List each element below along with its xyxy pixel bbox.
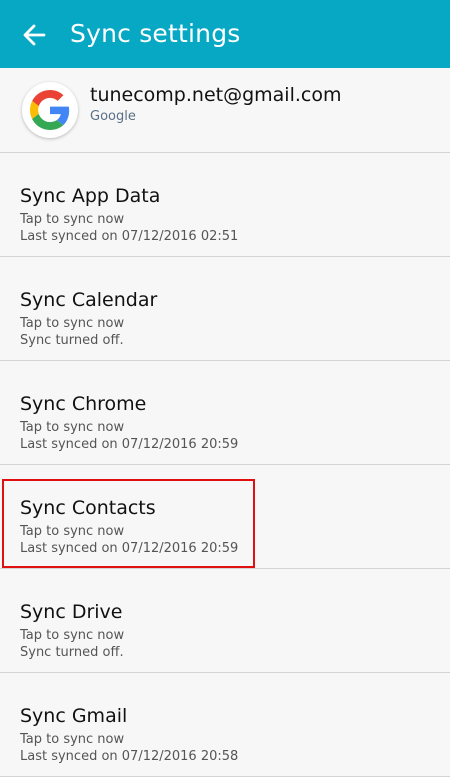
- account-type: Google: [90, 109, 136, 124]
- sync-item-status: Last synced on 07/12/2016 20:59: [20, 541, 239, 556]
- sync-list: Sync App Data Tap to sync now Last synce…: [0, 153, 450, 777]
- sync-item-action: Tap to sync now: [20, 316, 125, 331]
- sync-item-status: Last synced on 07/12/2016 20:59: [20, 437, 239, 452]
- sync-item-contacts[interactable]: Sync Contacts Tap to sync now Last synce…: [0, 465, 450, 569]
- google-g-icon: [22, 82, 78, 138]
- page-title: Sync settings: [70, 19, 241, 48]
- back-button[interactable]: [18, 18, 54, 52]
- sync-item-title: Sync Gmail: [20, 705, 128, 727]
- account-email: tunecomp.net@gmail.com: [90, 84, 342, 106]
- sync-item-title: Sync Chrome: [20, 393, 147, 415]
- sync-item-gmail[interactable]: Sync Gmail Tap to sync now Last synced o…: [0, 673, 450, 777]
- sync-item-title: Sync Contacts: [20, 497, 156, 519]
- sync-item-action: Tap to sync now: [20, 732, 125, 747]
- sync-item-calendar[interactable]: Sync Calendar Tap to sync now Sync turne…: [0, 257, 450, 361]
- sync-item-drive[interactable]: Sync Drive Tap to sync now Sync turned o…: [0, 569, 450, 673]
- sync-item-title: Sync App Data: [20, 185, 161, 207]
- sync-item-chrome[interactable]: Sync Chrome Tap to sync now Last synced …: [0, 361, 450, 465]
- sync-item-action: Tap to sync now: [20, 420, 125, 435]
- sync-item-action: Tap to sync now: [20, 524, 125, 539]
- arrow-left-icon: [23, 24, 46, 46]
- app-bar: Sync settings: [0, 0, 450, 68]
- sync-item-title: Sync Calendar: [20, 289, 158, 311]
- sync-item-status: Last synced on 07/12/2016 20:58: [20, 749, 239, 764]
- sync-item-status: Sync turned off.: [20, 645, 124, 660]
- sync-item-action: Tap to sync now: [20, 212, 125, 227]
- sync-item-title: Sync Drive: [20, 601, 123, 623]
- sync-item-status: Last synced on 07/12/2016 02:51: [20, 229, 239, 244]
- sync-item-action: Tap to sync now: [20, 628, 125, 643]
- sync-item-app-data[interactable]: Sync App Data Tap to sync now Last synce…: [0, 153, 450, 257]
- sync-item-status: Sync turned off.: [20, 333, 124, 348]
- account-row[interactable]: tunecomp.net@gmail.com Google: [0, 68, 450, 153]
